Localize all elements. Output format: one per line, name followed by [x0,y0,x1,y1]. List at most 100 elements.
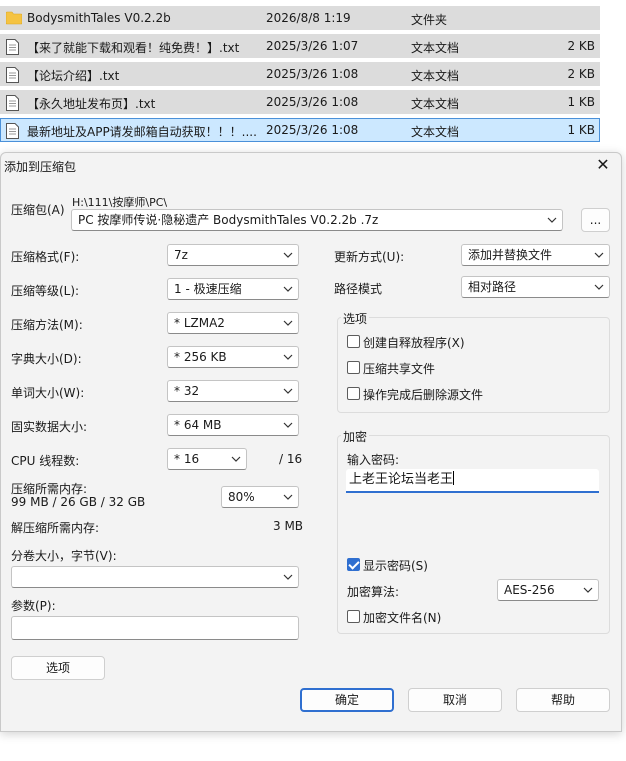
path-value: 相对路径 [468,280,517,294]
update-label: 更新方式(U): [334,250,405,264]
dict-select[interactable]: * 256 KB [167,346,299,368]
file-row[interactable]: 【来了就能下载和观看！纯免费！】.txt 2025/3/26 1:07 文本文档… [0,34,600,58]
decomp-value: 3 MB [273,519,304,533]
word-select[interactable]: * 32 [167,380,299,402]
text-caret [453,471,455,485]
dict-label: 字典大小(D): [11,352,82,366]
file-row-selected[interactable]: 最新地址及APP请发邮箱自动获取！！！.... 2025/3/26 1:08 文… [0,118,600,142]
file-date: 2025/3/26 1:08 [266,95,359,109]
solid-label: 固实数据大小: [11,420,88,434]
add-to-archive-dialog: 添加到压缩包 ✕ 压缩包(A) H:\111\按摩师\PC\ PC 按摩师传说·… [0,152,622,732]
update-select[interactable]: 添加并替换文件 [461,244,610,266]
level-select[interactable]: 1 - 极速压缩 [167,278,299,300]
chevron-down-icon [594,252,604,258]
checkbox-box-checked[interactable] [347,558,360,571]
file-type: 文本文档 [411,69,460,83]
file-size: 1 KB [567,123,595,137]
file-size: 2 KB [567,39,595,53]
file-row[interactable]: 【永久地址发布页】.txt 2025/3/26 1:08 文本文档 1 KB [0,90,600,114]
folder-icon [5,11,23,27]
options-button[interactable]: 选项 [11,656,105,680]
file-row[interactable]: 【论坛介绍】.txt 2025/3/26 1:08 文本文档 2 KB [0,62,600,86]
chevron-down-icon [283,286,293,292]
format-select[interactable]: 7z [167,244,299,266]
decomp-label: 解压缩所需内存: [11,521,100,535]
file-name: 【来了就能下载和观看！纯免费！】.txt [27,41,240,55]
file-type: 文件夹 [411,13,448,27]
chevron-down-icon [283,252,293,258]
chevron-down-icon [283,494,293,500]
format-label: 压缩格式(F): [11,250,80,264]
word-label: 单词大小(W): [11,386,85,400]
archive-name-combo[interactable]: PC 按摩师传说·隐秘遗产 BodysmithTales V0.2.2b .7z [71,209,563,231]
split-combo[interactable] [11,566,299,588]
archive-name-value: PC 按摩师传说·隐秘遗产 BodysmithTales V0.2.2b .7z [78,213,379,227]
cpu-total: / 16 [279,452,303,466]
text-file-icon [6,123,20,139]
mem-percent-select[interactable]: 80% [221,486,299,508]
file-name: 【永久地址发布页】.txt [27,97,156,111]
checkbox-box[interactable] [347,361,360,374]
update-value: 添加并替换文件 [468,248,553,262]
chevron-down-icon [283,574,293,580]
encrypt-names-label: 加密文件名(N) [363,611,442,625]
file-size: 1 KB [567,95,595,109]
shared-label: 压缩共享文件 [363,362,436,376]
cancel-button[interactable]: 取消 [408,688,502,712]
cpu-select[interactable]: * 16 [167,448,247,470]
dict-value: * 256 KB [174,350,227,364]
path-select[interactable]: 相对路径 [461,276,610,298]
level-value: 1 - 极速压缩 [174,282,242,296]
browse-button[interactable]: ... [581,208,610,232]
show-password-label: 显示密码(S) [363,559,428,573]
file-date: 2025/3/26 1:08 [266,67,359,81]
mem-percent-value: 80% [228,490,255,504]
password-label: 输入密码: [347,453,400,467]
chevron-down-icon [283,320,293,326]
file-size: 2 KB [567,67,595,81]
enc-method-select[interactable]: AES-256 [497,579,599,601]
sfx-label: 创建自释放程序(X) [363,336,465,350]
cpu-value: * 16 [174,452,200,466]
options-group-title: 选项 [341,310,370,327]
dialog-title: 添加到压缩包 [4,160,77,174]
chevron-down-icon [547,217,557,223]
checkbox-box[interactable] [347,335,360,348]
params-input[interactable] [11,616,299,640]
split-label: 分卷大小，字节(V): [11,549,117,563]
enc-method-value: AES-256 [504,583,555,597]
method-value: * LZMA2 [174,316,225,330]
help-button[interactable]: 帮助 [516,688,610,712]
method-select[interactable]: * LZMA2 [167,312,299,334]
archive-path: H:\111\按摩师\PC\ [72,196,168,209]
chevron-down-icon [283,422,293,428]
chevron-down-icon [594,284,604,290]
file-row-folder[interactable]: BodysmithTales V0.2.2b 2026/8/8 1:19 文件夹 [0,6,600,30]
text-file-icon [6,95,20,111]
mem-detail: 99 MB / 26 GB / 32 GB [11,495,146,509]
file-name: 最新地址及APP请发邮箱自动获取！！！.... [27,125,257,139]
file-date: 2025/3/26 1:07 [266,39,359,53]
format-value: 7z [174,248,188,262]
close-icon[interactable]: ✕ [593,155,613,175]
checkbox-box[interactable] [347,610,360,623]
chevron-down-icon [283,354,293,360]
file-date: 2026/8/8 1:19 [266,11,351,25]
solid-select[interactable]: * 64 MB [167,414,299,436]
params-label: 参数(P): [11,599,56,613]
file-name: BodysmithTales V0.2.2b [27,11,171,25]
solid-value: * 64 MB [174,418,222,432]
password-input[interactable]: 上老王论坛当老王 [346,469,599,493]
level-label: 压缩等级(L): [11,284,80,298]
archive-label: 压缩包(A) [11,203,65,217]
chevron-down-icon [283,388,293,394]
encryption-group-title: 加密 [341,428,370,445]
text-file-icon [6,67,20,83]
checkbox-box[interactable] [347,387,360,400]
method-label: 压缩方法(M): [11,318,83,332]
path-label: 路径模式 [334,282,383,296]
cpu-label: CPU 线程数: [11,454,80,468]
file-type: 文本文档 [411,125,460,139]
ok-button[interactable]: 确定 [300,688,394,712]
text-file-icon [6,39,20,55]
